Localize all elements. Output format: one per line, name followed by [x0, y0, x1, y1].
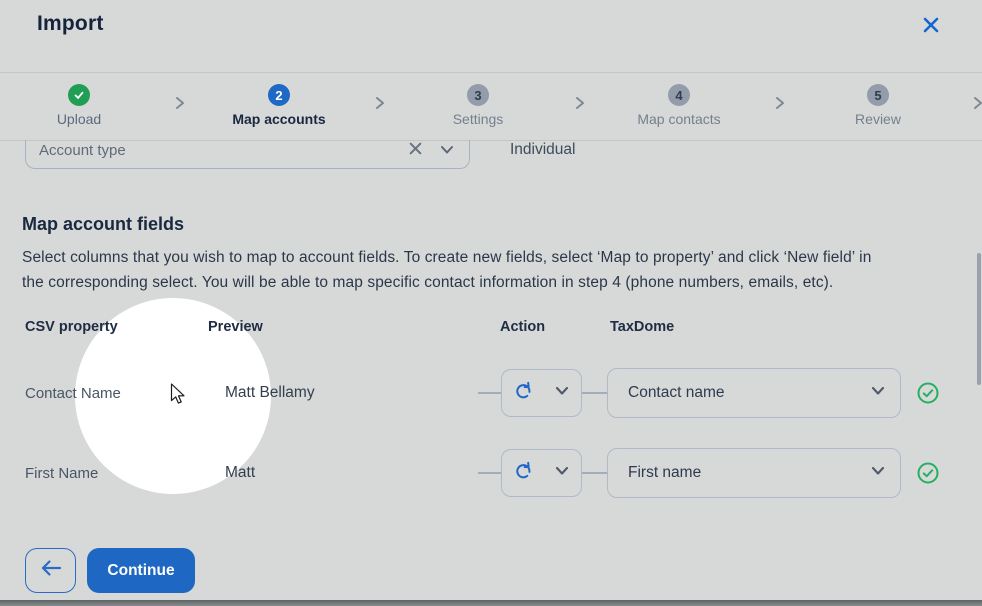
back-button[interactable]	[25, 548, 76, 593]
step-complete-icon	[68, 84, 90, 106]
mapped-check-icon	[917, 382, 939, 404]
preview-value: Matt Bellamy	[225, 384, 315, 402]
mapped-check-icon	[917, 462, 939, 484]
step-settings[interactable]: 3 Settings	[408, 84, 548, 127]
step-map-contacts[interactable]: 4 Map contacts	[609, 84, 749, 127]
action-button[interactable]	[501, 369, 582, 417]
continue-button[interactable]: Continue	[87, 548, 195, 593]
connector-line	[478, 392, 501, 394]
step-review[interactable]: 5 Review	[808, 84, 948, 127]
column-header-action: Action	[500, 319, 545, 335]
step-number: 2	[268, 84, 290, 106]
dialog-bottom-edge	[0, 600, 982, 606]
clear-icon[interactable]	[408, 141, 424, 157]
stepper-chevron-icon	[572, 94, 588, 112]
step-upload[interactable]: Upload	[9, 84, 149, 127]
chevron-down-icon	[871, 464, 885, 482]
csv-property-label: First Name	[25, 465, 98, 482]
step-label: Review	[808, 111, 948, 127]
section-description-line2: the corresponding select. You will be ab…	[22, 274, 833, 292]
connector-line	[478, 472, 501, 474]
stepper-chevron-icon	[970, 94, 982, 112]
stepper-chevron-icon	[772, 94, 788, 112]
step-label: Upload	[9, 111, 149, 127]
stepper-chevron-icon	[372, 94, 388, 112]
account-type-select-value: Account type	[39, 142, 126, 159]
preview-value: Matt	[225, 464, 255, 482]
mouse-cursor	[170, 383, 186, 410]
csv-property-label: Contact Name	[25, 385, 121, 402]
step-label: Map contacts	[609, 111, 749, 127]
chevron-down-icon	[871, 384, 885, 402]
account-type-select[interactable]: Account type	[25, 140, 470, 169]
close-button[interactable]	[918, 14, 944, 40]
account-type-mapped-value: Individual	[510, 141, 576, 159]
dialog-title: Import	[37, 12, 104, 36]
step-number: 5	[867, 84, 889, 106]
step-map-accounts[interactable]: 2 Map accounts	[209, 84, 349, 127]
chevron-down-icon[interactable]	[440, 143, 454, 155]
stepper-chevron-icon	[172, 94, 188, 112]
step-label: Settings	[408, 111, 548, 127]
step-number: 4	[668, 84, 690, 106]
section-description-line1: Select columns that you wish to map to a…	[22, 249, 871, 267]
arrow-left-icon	[39, 558, 63, 583]
import-dialog: Import Upload 2 Map accounts 3 Settings …	[0, 0, 982, 606]
header-divider	[0, 72, 982, 73]
chevron-down-icon	[555, 384, 569, 402]
scrollbar-thumb[interactable]	[977, 253, 981, 385]
column-header-preview: Preview	[208, 319, 263, 335]
taxdome-field-select-value: First name	[628, 464, 701, 482]
close-icon	[922, 16, 940, 39]
chevron-down-icon	[555, 464, 569, 482]
action-button[interactable]	[501, 449, 582, 497]
column-header-csv-property: CSV property	[25, 319, 118, 335]
refresh-icon	[514, 461, 533, 485]
taxdome-field-select[interactable]: First name	[607, 448, 901, 498]
connector-line	[582, 472, 607, 474]
taxdome-field-select[interactable]: Contact name	[607, 368, 901, 418]
step-label: Map accounts	[209, 111, 349, 127]
step-number: 3	[467, 84, 489, 106]
column-header-taxdome: TaxDome	[610, 319, 674, 335]
taxdome-field-select-value: Contact name	[628, 384, 725, 402]
connector-line	[582, 392, 607, 394]
refresh-icon	[514, 381, 533, 405]
section-heading: Map account fields	[22, 214, 184, 235]
